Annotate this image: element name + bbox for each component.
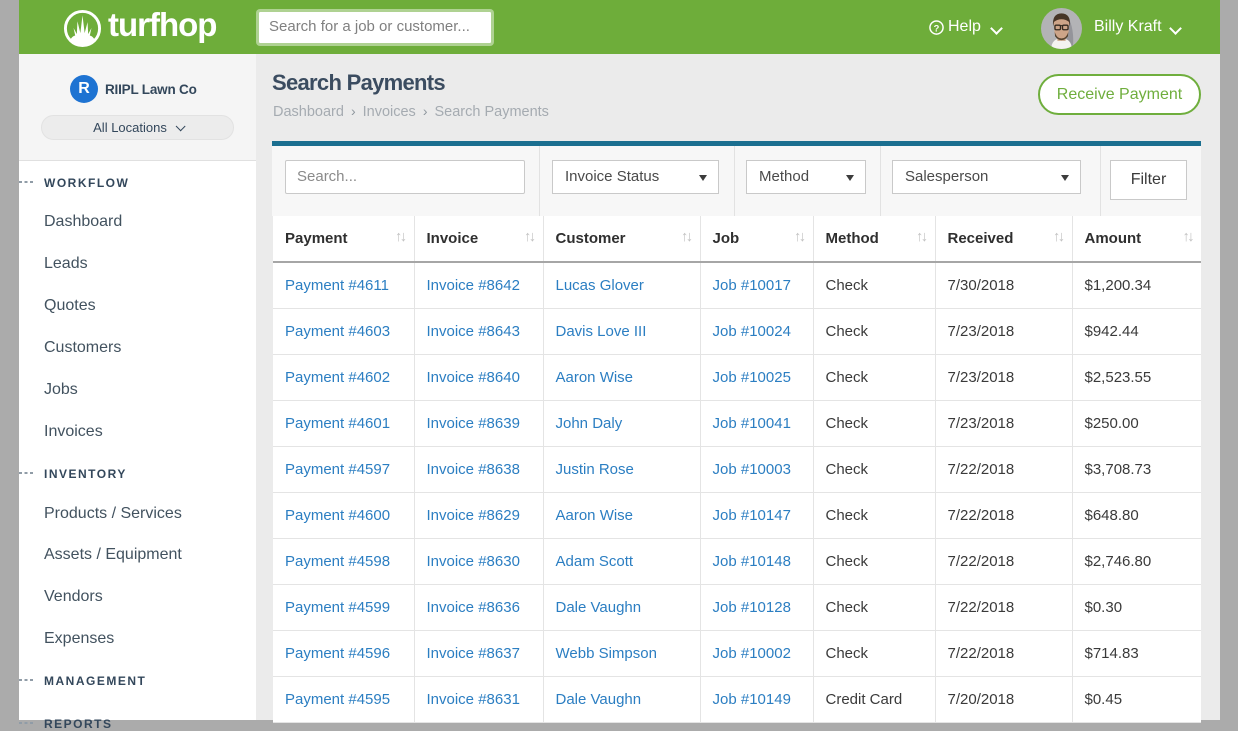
svg-text:?: ?	[934, 23, 940, 33]
